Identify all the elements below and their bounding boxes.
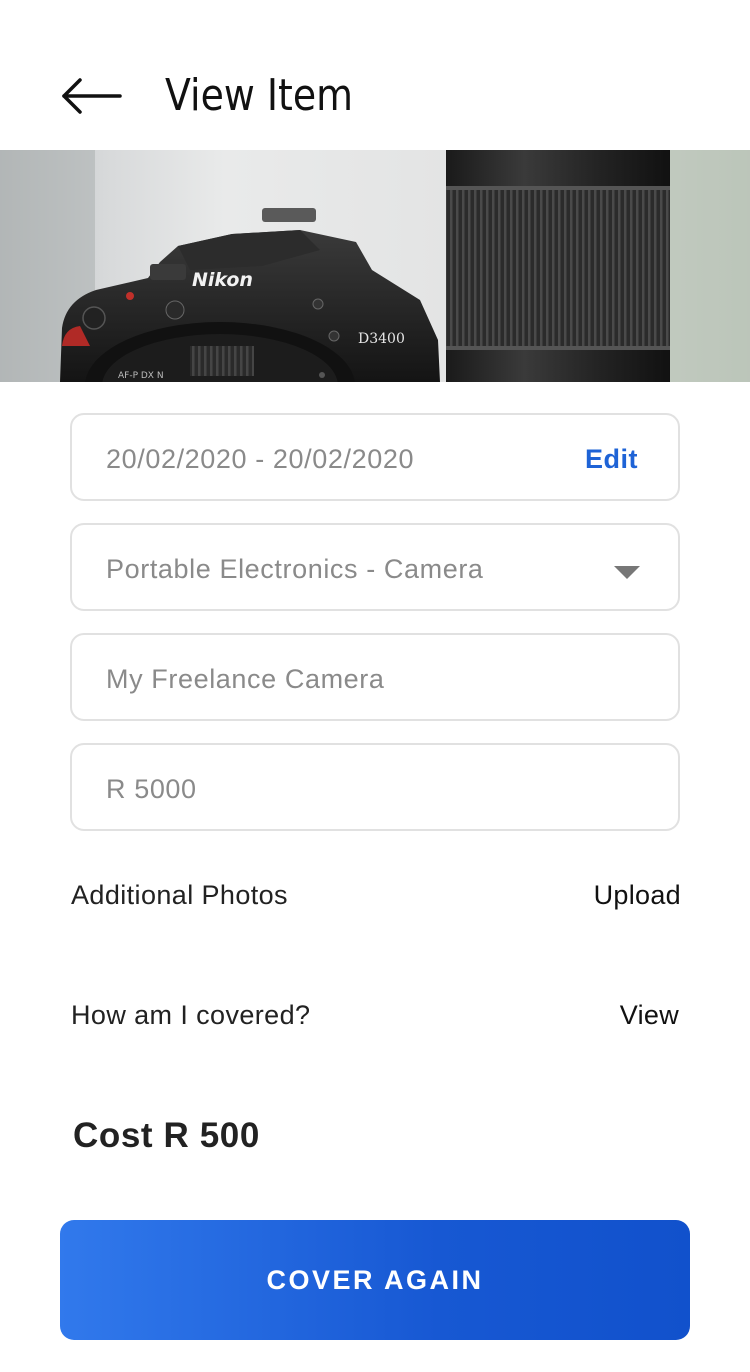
edit-dates-link[interactable]: Edit: [585, 415, 638, 503]
camera-brand-text: Nikon: [192, 269, 253, 291]
item-photo: AF-P DX N Nikon D3400: [0, 150, 750, 382]
date-range-field[interactable]: 20/02/2020 - 20/02/2020 Edit: [70, 413, 680, 501]
camera-model-text: D3400: [358, 331, 405, 347]
page-title: View Item: [165, 70, 353, 121]
app-header: View Item: [0, 0, 750, 150]
coverage-label: How am I covered?: [71, 1000, 311, 1030]
caret-down-icon: [614, 566, 640, 579]
date-range-text: 20/02/2020 - 20/02/2020: [106, 444, 415, 474]
cost-label: Cost R 500: [73, 1116, 260, 1155]
cover-again-label: COVER AGAIN: [266, 1264, 484, 1295]
category-select[interactable]: Portable Electronics - Camera: [70, 523, 680, 611]
upload-photos-link[interactable]: Upload: [594, 880, 681, 911]
additional-photos-label: Additional Photos: [71, 880, 288, 910]
item-name-value: My Freelance Camera: [106, 664, 385, 694]
back-button[interactable]: [58, 72, 124, 120]
view-coverage-link[interactable]: View: [620, 1000, 679, 1031]
category-value: Portable Electronics - Camera: [106, 554, 484, 584]
item-name-input[interactable]: My Freelance Camera: [70, 633, 680, 721]
arrow-left-icon: [62, 78, 122, 114]
svg-text:AF-P DX N: AF-P DX N: [118, 371, 164, 381]
item-value-input[interactable]: R 5000: [70, 743, 680, 831]
item-value-value: R 5000: [106, 774, 197, 804]
cover-again-button[interactable]: COVER AGAIN: [60, 1220, 690, 1340]
